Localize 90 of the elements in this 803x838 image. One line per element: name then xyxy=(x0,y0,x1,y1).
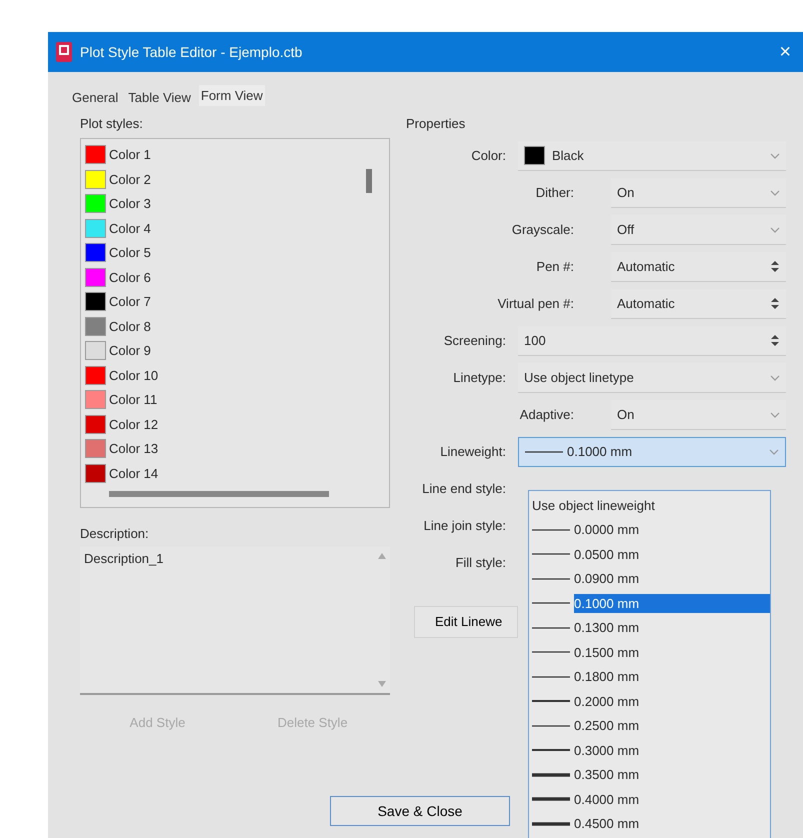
item-label: Color 7 xyxy=(109,293,151,311)
field-value: On xyxy=(617,406,636,424)
list-item[interactable]: Color 3 xyxy=(85,192,385,216)
field-label: Virtual pen #: xyxy=(496,295,575,314)
list-item[interactable]: Color 10 xyxy=(85,363,385,388)
scrollbar-thumb[interactable] xyxy=(366,168,372,192)
scrollbar-thumb[interactable] xyxy=(109,490,329,496)
item-label: Color 4 xyxy=(109,220,151,238)
item-label: Color 11 xyxy=(109,391,158,409)
list-option[interactable]: 0.1500 mm xyxy=(574,642,770,662)
field-value: Automatic xyxy=(617,258,676,276)
field-label: Screening: xyxy=(442,332,507,350)
list-option[interactable]: 0.4500 mm xyxy=(574,814,770,834)
chevron-down-icon[interactable] xyxy=(770,190,780,196)
list-item[interactable]: Color 5 xyxy=(85,240,385,265)
field-label: Description: xyxy=(80,524,150,543)
tab[interactable]: General xyxy=(70,88,120,106)
list-item[interactable]: Color 6 xyxy=(85,265,385,290)
item-label: Color 1 xyxy=(109,146,151,164)
list-option[interactable]: 0.0900 mm xyxy=(574,569,770,588)
section-title: Properties xyxy=(406,115,466,133)
list-option[interactable]: 0.1800 mm xyxy=(574,667,770,686)
spinner-arrows-icon[interactable] xyxy=(770,260,780,273)
field-value: Description_1 xyxy=(84,550,164,568)
field-label: Line join style: xyxy=(422,517,507,536)
item-label: Color 9 xyxy=(109,342,151,360)
tab[interactable]: Table View xyxy=(126,88,193,106)
item-label: Color 6 xyxy=(109,268,151,286)
chevron-down-icon[interactable] xyxy=(770,152,780,158)
field-value: Off xyxy=(617,220,636,239)
item-label: Color 2 xyxy=(109,170,151,188)
list-option[interactable]: 0.0500 mm xyxy=(574,544,770,564)
list-item[interactable]: Color 8 xyxy=(85,314,385,338)
field-label: Color: xyxy=(470,147,507,166)
chevron-down-icon[interactable] xyxy=(770,226,780,232)
field-label: Adaptive: xyxy=(518,406,575,424)
window-title: Plot Style Table Editor - Ejemplo.ctb xyxy=(80,42,302,62)
list-option[interactable]: 0.3500 mm xyxy=(574,765,770,784)
list-option[interactable]: 0.4000 mm xyxy=(574,790,770,809)
field-label: Plot styles: xyxy=(80,115,144,133)
field-value: Black xyxy=(552,146,585,165)
field-value: On xyxy=(617,184,636,202)
list-item[interactable]: Color 2 xyxy=(85,167,385,192)
list-option[interactable]: Use object lineweight xyxy=(532,496,770,515)
edit-button[interactable]: Edit Linewe xyxy=(414,606,518,638)
item-label: Color 12 xyxy=(109,416,158,434)
list-item[interactable]: Color 4 xyxy=(85,216,385,240)
list-option[interactable]: 0.0000 mm xyxy=(574,520,770,540)
item-label: Color 10 xyxy=(109,366,158,384)
item-label: Color 13 xyxy=(109,440,158,458)
list-item[interactable]: Color 14 xyxy=(85,461,385,486)
list-option[interactable]: 0.1000 mm xyxy=(574,594,770,613)
list-item[interactable]: Color 11 xyxy=(85,388,385,412)
chevron-down-icon[interactable] xyxy=(770,374,780,380)
field-label: Dither: xyxy=(534,184,575,202)
list-item[interactable]: Color 12 xyxy=(85,412,385,436)
close-button[interactable]: × xyxy=(779,37,791,67)
field-value: Automatic xyxy=(617,294,676,313)
scroll-up-icon[interactable] xyxy=(378,553,386,559)
field-value: Use object linetype xyxy=(524,368,635,387)
field-label: Pen #: xyxy=(535,258,575,276)
save-button[interactable]: Save & Close xyxy=(330,796,510,826)
scroll-down-icon[interactable] xyxy=(378,681,386,687)
chevron-down-icon[interactable] xyxy=(770,412,780,418)
field-label: Fill style: xyxy=(454,554,507,572)
tab[interactable]: Form View xyxy=(198,85,265,106)
plot-styles-list[interactable]: Color 1 Color 2 Color 3 Color 4 Color 5 Color 6 Color 7 Color 8 Color 9 Color 10 Color 11 Color 12 Color 13 Color 14 xyxy=(80,138,390,508)
list-item[interactable]: Color 9 xyxy=(85,338,385,363)
spinner-arrows-icon[interactable] xyxy=(770,334,780,347)
item-label: Color 14 xyxy=(109,464,158,482)
list-item[interactable]: Color 13 xyxy=(85,436,385,461)
field-label: Lineweight: xyxy=(439,443,507,462)
dropdown-field[interactable]: 0.1000 mm xyxy=(518,437,786,467)
field-value: 0.1000 mm xyxy=(567,443,634,462)
field-label: Grayscale: xyxy=(510,221,575,240)
list-option[interactable]: 0.3000 mm xyxy=(574,740,770,760)
list-item[interactable]: Color 1 xyxy=(85,142,385,167)
item-label: Color 5 xyxy=(109,244,151,262)
item-label: Color 3 xyxy=(109,195,151,213)
field-value: 100 xyxy=(524,332,547,350)
field-label: Linetype: xyxy=(452,369,507,388)
app-icon xyxy=(56,42,72,62)
list-option[interactable]: 0.2500 mm xyxy=(574,716,770,736)
list-option[interactable]: 0.2000 mm xyxy=(574,692,770,711)
list-option[interactable]: 0.1300 mm xyxy=(574,618,770,638)
field-label: Line end style: xyxy=(421,480,507,498)
item-label: Color 8 xyxy=(109,318,151,336)
chevron-down-icon[interactable] xyxy=(769,449,779,455)
spinner-arrows-icon[interactable] xyxy=(770,297,780,310)
list-item[interactable]: Color 7 xyxy=(85,290,385,314)
